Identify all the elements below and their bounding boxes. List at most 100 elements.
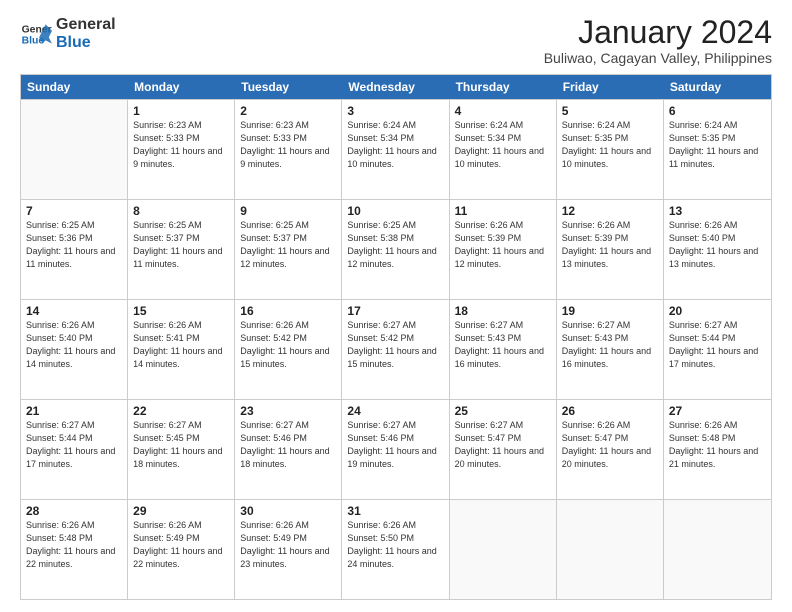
calendar-cell-3: 3Sunrise: 6:24 AM Sunset: 5:34 PM Daylig… <box>342 100 449 199</box>
calendar-cell-22: 22Sunrise: 6:27 AM Sunset: 5:45 PM Dayli… <box>128 400 235 499</box>
header-day-wednesday: Wednesday <box>342 75 449 99</box>
header-day-monday: Monday <box>128 75 235 99</box>
day-number: 24 <box>347 403 443 419</box>
day-number: 1 <box>133 103 229 119</box>
page: General Blue General Blue January 2024 B… <box>0 0 792 612</box>
cell-info: Sunrise: 6:26 AM Sunset: 5:48 PM Dayligh… <box>669 420 758 468</box>
cell-info: Sunrise: 6:23 AM Sunset: 5:33 PM Dayligh… <box>133 120 222 168</box>
day-number: 28 <box>26 503 122 519</box>
header-day-thursday: Thursday <box>450 75 557 99</box>
cell-info: Sunrise: 6:27 AM Sunset: 5:43 PM Dayligh… <box>455 320 544 368</box>
cell-info: Sunrise: 6:25 AM Sunset: 5:38 PM Dayligh… <box>347 220 436 268</box>
calendar-row-4: 21Sunrise: 6:27 AM Sunset: 5:44 PM Dayli… <box>21 399 771 499</box>
calendar-header: SundayMondayTuesdayWednesdayThursdayFrid… <box>21 75 771 99</box>
cell-info: Sunrise: 6:26 AM Sunset: 5:39 PM Dayligh… <box>455 220 544 268</box>
day-number: 30 <box>240 503 336 519</box>
cell-info: Sunrise: 6:26 AM Sunset: 5:42 PM Dayligh… <box>240 320 329 368</box>
logo-icon: General Blue <box>20 18 52 50</box>
calendar-cell-12: 12Sunrise: 6:26 AM Sunset: 5:39 PM Dayli… <box>557 200 664 299</box>
calendar-cell-empty <box>664 500 771 599</box>
cell-info: Sunrise: 6:25 AM Sunset: 5:36 PM Dayligh… <box>26 220 115 268</box>
cell-info: Sunrise: 6:25 AM Sunset: 5:37 PM Dayligh… <box>240 220 329 268</box>
header: General Blue General Blue January 2024 B… <box>20 16 772 66</box>
cell-info: Sunrise: 6:25 AM Sunset: 5:37 PM Dayligh… <box>133 220 222 268</box>
calendar-cell-empty <box>21 100 128 199</box>
calendar-cell-13: 13Sunrise: 6:26 AM Sunset: 5:40 PM Dayli… <box>664 200 771 299</box>
calendar-cell-27: 27Sunrise: 6:26 AM Sunset: 5:48 PM Dayli… <box>664 400 771 499</box>
logo: General Blue General Blue <box>20 16 116 51</box>
cell-info: Sunrise: 6:26 AM Sunset: 5:49 PM Dayligh… <box>240 520 329 568</box>
day-number: 3 <box>347 103 443 119</box>
day-number: 2 <box>240 103 336 119</box>
header-day-friday: Friday <box>557 75 664 99</box>
cell-info: Sunrise: 6:24 AM Sunset: 5:35 PM Dayligh… <box>562 120 651 168</box>
day-number: 9 <box>240 203 336 219</box>
cell-info: Sunrise: 6:26 AM Sunset: 5:39 PM Dayligh… <box>562 220 651 268</box>
calendar-cell-5: 5Sunrise: 6:24 AM Sunset: 5:35 PM Daylig… <box>557 100 664 199</box>
calendar-cell-31: 31Sunrise: 6:26 AM Sunset: 5:50 PM Dayli… <box>342 500 449 599</box>
cell-info: Sunrise: 6:26 AM Sunset: 5:50 PM Dayligh… <box>347 520 436 568</box>
logo-blue: Blue <box>56 34 116 52</box>
cell-info: Sunrise: 6:27 AM Sunset: 5:43 PM Dayligh… <box>562 320 651 368</box>
calendar-cell-1: 1Sunrise: 6:23 AM Sunset: 5:33 PM Daylig… <box>128 100 235 199</box>
calendar-cell-10: 10Sunrise: 6:25 AM Sunset: 5:38 PM Dayli… <box>342 200 449 299</box>
cell-info: Sunrise: 6:27 AM Sunset: 5:45 PM Dayligh… <box>133 420 222 468</box>
day-number: 20 <box>669 303 766 319</box>
calendar-cell-empty <box>450 500 557 599</box>
day-number: 27 <box>669 403 766 419</box>
calendar-cell-28: 28Sunrise: 6:26 AM Sunset: 5:48 PM Dayli… <box>21 500 128 599</box>
calendar-row-1: 1Sunrise: 6:23 AM Sunset: 5:33 PM Daylig… <box>21 99 771 199</box>
day-number: 23 <box>240 403 336 419</box>
cell-info: Sunrise: 6:24 AM Sunset: 5:35 PM Dayligh… <box>669 120 758 168</box>
day-number: 16 <box>240 303 336 319</box>
day-number: 14 <box>26 303 122 319</box>
calendar-cell-21: 21Sunrise: 6:27 AM Sunset: 5:44 PM Dayli… <box>21 400 128 499</box>
cell-info: Sunrise: 6:24 AM Sunset: 5:34 PM Dayligh… <box>347 120 436 168</box>
cell-info: Sunrise: 6:26 AM Sunset: 5:48 PM Dayligh… <box>26 520 115 568</box>
calendar-cell-9: 9Sunrise: 6:25 AM Sunset: 5:37 PM Daylig… <box>235 200 342 299</box>
day-number: 7 <box>26 203 122 219</box>
calendar-cell-19: 19Sunrise: 6:27 AM Sunset: 5:43 PM Dayli… <box>557 300 664 399</box>
day-number: 10 <box>347 203 443 219</box>
logo-general: General <box>56 16 116 34</box>
day-number: 17 <box>347 303 443 319</box>
location: Buliwao, Cagayan Valley, Philippines <box>544 50 772 66</box>
cell-info: Sunrise: 6:27 AM Sunset: 5:47 PM Dayligh… <box>455 420 544 468</box>
calendar-cell-7: 7Sunrise: 6:25 AM Sunset: 5:36 PM Daylig… <box>21 200 128 299</box>
day-number: 31 <box>347 503 443 519</box>
calendar-cell-25: 25Sunrise: 6:27 AM Sunset: 5:47 PM Dayli… <box>450 400 557 499</box>
calendar-cell-11: 11Sunrise: 6:26 AM Sunset: 5:39 PM Dayli… <box>450 200 557 299</box>
header-day-tuesday: Tuesday <box>235 75 342 99</box>
calendar-cell-20: 20Sunrise: 6:27 AM Sunset: 5:44 PM Dayli… <box>664 300 771 399</box>
day-number: 15 <box>133 303 229 319</box>
cell-info: Sunrise: 6:27 AM Sunset: 5:46 PM Dayligh… <box>347 420 436 468</box>
calendar-cell-17: 17Sunrise: 6:27 AM Sunset: 5:42 PM Dayli… <box>342 300 449 399</box>
day-number: 8 <box>133 203 229 219</box>
header-day-sunday: Sunday <box>21 75 128 99</box>
calendar-cell-2: 2Sunrise: 6:23 AM Sunset: 5:33 PM Daylig… <box>235 100 342 199</box>
calendar-cell-16: 16Sunrise: 6:26 AM Sunset: 5:42 PM Dayli… <box>235 300 342 399</box>
calendar-cell-24: 24Sunrise: 6:27 AM Sunset: 5:46 PM Dayli… <box>342 400 449 499</box>
calendar-cell-8: 8Sunrise: 6:25 AM Sunset: 5:37 PM Daylig… <box>128 200 235 299</box>
calendar-row-3: 14Sunrise: 6:26 AM Sunset: 5:40 PM Dayli… <box>21 299 771 399</box>
cell-info: Sunrise: 6:26 AM Sunset: 5:40 PM Dayligh… <box>669 220 758 268</box>
calendar-cell-14: 14Sunrise: 6:26 AM Sunset: 5:40 PM Dayli… <box>21 300 128 399</box>
day-number: 25 <box>455 403 551 419</box>
cell-info: Sunrise: 6:27 AM Sunset: 5:44 PM Dayligh… <box>669 320 758 368</box>
cell-info: Sunrise: 6:23 AM Sunset: 5:33 PM Dayligh… <box>240 120 329 168</box>
day-number: 19 <box>562 303 658 319</box>
day-number: 21 <box>26 403 122 419</box>
cell-info: Sunrise: 6:24 AM Sunset: 5:34 PM Dayligh… <box>455 120 544 168</box>
cell-info: Sunrise: 6:26 AM Sunset: 5:41 PM Dayligh… <box>133 320 222 368</box>
cell-info: Sunrise: 6:27 AM Sunset: 5:46 PM Dayligh… <box>240 420 329 468</box>
cell-info: Sunrise: 6:27 AM Sunset: 5:44 PM Dayligh… <box>26 420 115 468</box>
calendar-cell-empty <box>557 500 664 599</box>
header-day-saturday: Saturday <box>664 75 771 99</box>
calendar-row-2: 7Sunrise: 6:25 AM Sunset: 5:36 PM Daylig… <box>21 199 771 299</box>
calendar-row-5: 28Sunrise: 6:26 AM Sunset: 5:48 PM Dayli… <box>21 499 771 599</box>
cell-info: Sunrise: 6:26 AM Sunset: 5:40 PM Dayligh… <box>26 320 115 368</box>
calendar-cell-18: 18Sunrise: 6:27 AM Sunset: 5:43 PM Dayli… <box>450 300 557 399</box>
day-number: 6 <box>669 103 766 119</box>
day-number: 5 <box>562 103 658 119</box>
cell-info: Sunrise: 6:27 AM Sunset: 5:42 PM Dayligh… <box>347 320 436 368</box>
